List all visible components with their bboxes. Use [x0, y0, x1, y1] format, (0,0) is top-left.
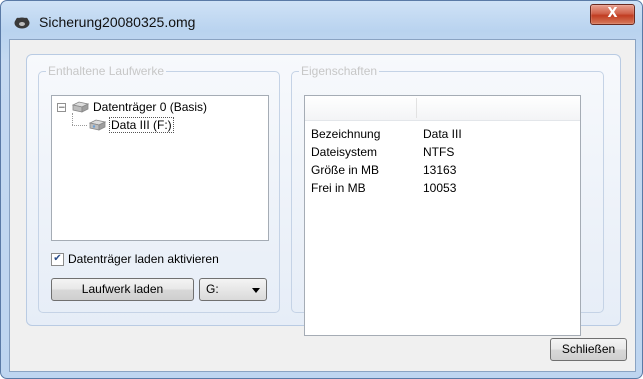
property-value: 13163 — [423, 163, 457, 177]
property-key: Dateisystem — [311, 145, 378, 159]
collapse-icon[interactable]: − — [57, 102, 66, 112]
hard-disk-icon — [71, 101, 89, 113]
title-bar[interactable]: Sicherung20080325.omg X — [1, 1, 642, 41]
enable-disk-loading-checkbox[interactable]: ✔ Datenträger laden aktivieren — [51, 252, 219, 266]
window-close-button[interactable]: X — [590, 4, 635, 25]
dialog-client-area: Enthaltene Laufwerke − Datenträger 0 (Ba… — [9, 39, 636, 372]
close-button[interactable]: Schließen — [550, 338, 627, 361]
app-icon — [14, 17, 30, 29]
drive-partition-icon — [88, 119, 106, 131]
drive-letter-value: G: — [206, 282, 219, 296]
property-value: Data III — [423, 127, 462, 141]
property-key: Frei in MB — [311, 181, 366, 195]
property-value: 10053 — [423, 181, 457, 195]
column-divider — [416, 98, 417, 118]
dialog-window: Sicherung20080325.omg X Enthaltene Laufw… — [0, 0, 643, 379]
properties-list[interactable]: Bezeichnung Data III Dateisystem NTFS Gr… — [304, 95, 581, 336]
tree-connector — [72, 125, 87, 126]
properties-group: Eigenschaften Bezeichnung Data III Datei… — [291, 64, 604, 336]
drive-letter-select[interactable]: G: — [199, 278, 267, 301]
tree-item-partition-f[interactable]: Data III (F:) — [88, 117, 174, 133]
tree-item-label: Datenträger 0 (Basis) — [93, 100, 208, 114]
dropdown-arrow-icon — [252, 288, 260, 293]
properties-header[interactable] — [305, 96, 580, 121]
window-title: Sicherung20080325.omg — [39, 14, 196, 30]
properties-group-legend: Eigenschaften — [301, 64, 378, 78]
property-value: NTFS — [423, 145, 455, 159]
checkbox-label: Datenträger laden aktivieren — [68, 252, 219, 266]
content-panel: Enthaltene Laufwerke − Datenträger 0 (Ba… — [26, 54, 621, 336]
drive-tree[interactable]: − Datenträger 0 (Basis) Data III (F:) — [51, 95, 269, 241]
tree-item-label: Data III (F:) — [109, 117, 174, 133]
tree-item-disk0[interactable]: − Datenträger 0 (Basis) — [57, 100, 207, 114]
checkbox-checkmark-icon[interactable]: ✔ — [51, 252, 64, 266]
property-key: Bezeichnung — [311, 127, 381, 141]
drives-group: Enthaltene Laufwerke − Datenträger 0 (Ba… — [38, 64, 280, 313]
load-drive-button[interactable]: Laufwerk laden — [51, 278, 194, 301]
tree-connector — [72, 113, 73, 125]
drives-group-legend: Enthaltene Laufwerke — [48, 64, 165, 78]
property-key: Größe in MB — [311, 163, 380, 177]
